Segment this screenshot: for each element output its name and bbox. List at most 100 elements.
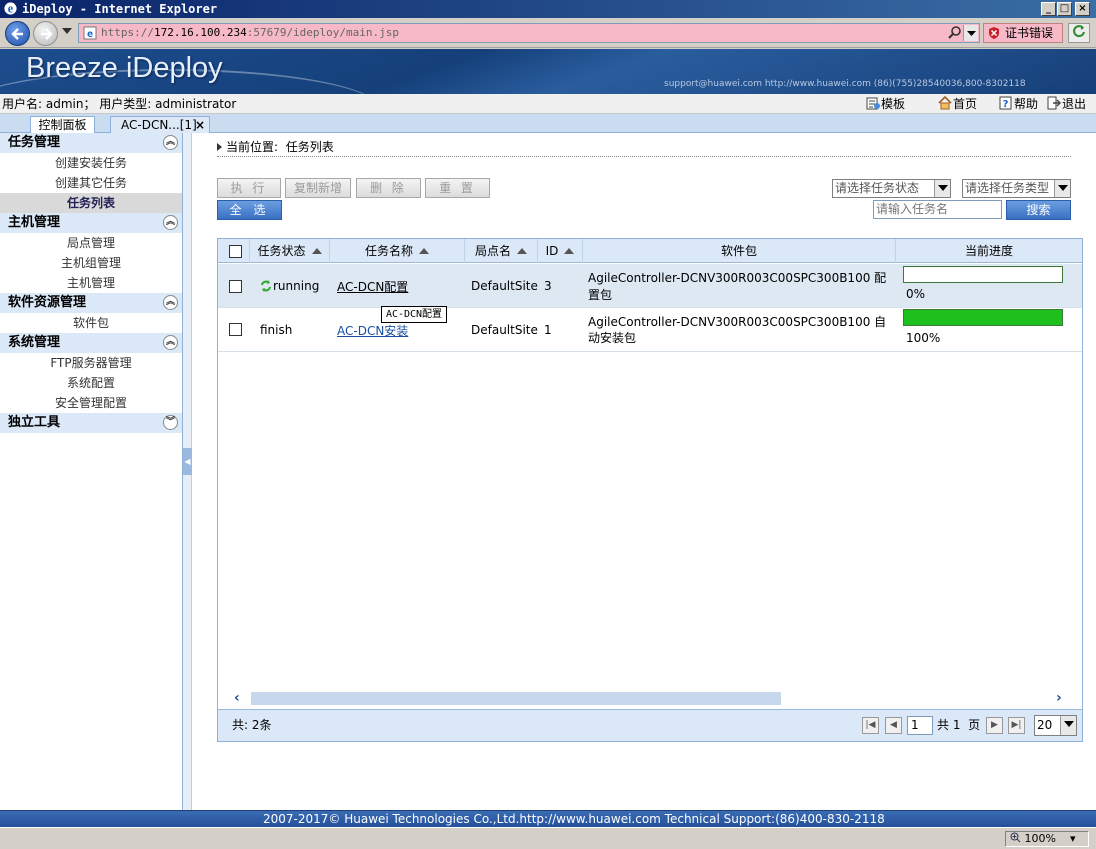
row-checkbox[interactable] — [229, 323, 242, 336]
scroll-right-icon[interactable]: › — [1056, 690, 1062, 706]
sidebar-item-software-package[interactable]: 软件包 — [0, 313, 182, 333]
sidebar-item-system-config[interactable]: 系统配置 — [0, 373, 182, 393]
tab-control-panel[interactable]: 控制面板 — [30, 116, 95, 133]
task-id: 1 — [544, 323, 552, 337]
task-name-link[interactable]: AC-DCN配置 — [337, 278, 408, 295]
refresh-button[interactable] — [1068, 23, 1090, 43]
url-input[interactable]: e https://172.16.100.234:57679/ideploy/m… — [78, 23, 980, 43]
sidebar-item-task-list[interactable]: 任务列表 — [0, 193, 182, 213]
home-icon — [938, 96, 952, 110]
collapse-icon[interactable]: ︽ — [163, 335, 178, 350]
collapse-icon[interactable]: ︽ — [163, 295, 178, 310]
delete-button[interactable]: 删 除 — [356, 178, 421, 198]
svg-text:e: e — [8, 2, 14, 16]
last-page-button[interactable]: ▶| — [1008, 717, 1025, 734]
horizontal-scrollbar[interactable]: ‹ › — [218, 690, 1082, 706]
progress-text: 100% — [906, 331, 941, 345]
sidebar-item-site-management[interactable]: 局点管理 — [0, 233, 182, 253]
collapse-sidebar-icon[interactable]: ◀ — [183, 448, 192, 475]
contact-info: support@huawei.com http://www.huawei.com… — [664, 79, 1026, 89]
chevron-down-icon — [934, 180, 950, 197]
tab-bar: 控制面板 AC-DCN...[1] × — [0, 114, 1096, 133]
select-all-checkbox[interactable] — [229, 245, 242, 258]
row-checkbox[interactable] — [229, 280, 242, 293]
zoom-control[interactable]: 100% ▾ — [1005, 831, 1089, 847]
task-type-select[interactable]: 请选择任务类型 — [962, 179, 1071, 198]
prev-page-button[interactable]: ◀ — [885, 717, 902, 734]
sort-asc-icon — [564, 248, 575, 254]
collapse-icon[interactable]: ︽ — [163, 135, 178, 150]
window-title: iDeploy - Internet Explorer — [22, 2, 218, 16]
collapse-icon[interactable]: ︽ — [163, 215, 178, 230]
site-name: DefaultSite — [471, 279, 538, 293]
chevron-down-icon — [1060, 716, 1076, 735]
forward-arrow-icon — [41, 28, 53, 40]
cert-error-button[interactable]: 证书错误 — [983, 23, 1063, 43]
copy-new-button[interactable]: 复制新增 — [285, 178, 351, 198]
task-name-tooltip: AC-DCN配置 — [381, 306, 447, 323]
select-all-button[interactable]: 全 选 — [217, 200, 282, 220]
history-dropdown-icon[interactable] — [62, 28, 72, 34]
sidebar-section-host-management[interactable]: 主机管理 ︽ — [0, 213, 182, 233]
task-name-link[interactable]: AC-DCN安装 — [337, 322, 408, 339]
page-footer: 2007-2017© Huawei Technologies Co.,Ltd.h… — [0, 810, 1096, 827]
user-info: 用户名: admin； 用户类型: administrator — [2, 97, 237, 111]
page-number-input[interactable]: 1 — [907, 716, 933, 735]
browser-status-bar: 100% ▾ — [0, 827, 1096, 849]
minimize-button[interactable]: _ — [1041, 2, 1056, 16]
expand-icon[interactable]: ︾ — [163, 415, 178, 430]
column-header-status[interactable]: 任务状态 — [250, 239, 330, 263]
next-page-button[interactable]: ▶ — [986, 717, 1003, 734]
scrollbar-thumb[interactable] — [251, 692, 781, 705]
url-host: 172.16.100.234 — [153, 26, 247, 39]
task-status: running — [273, 279, 320, 293]
sidebar-section-system-management[interactable]: 系统管理 ︽ — [0, 333, 182, 353]
reset-button[interactable]: 重 置 — [425, 178, 490, 198]
sidebar-item-ftp-server[interactable]: FTP服务器管理 — [0, 353, 182, 373]
sort-asc-icon — [311, 248, 322, 254]
template-link[interactable]: 模板 — [866, 94, 905, 114]
maximize-button[interactable]: □ — [1057, 2, 1072, 16]
logout-link[interactable]: 退出 — [1047, 94, 1086, 114]
progress-bar — [903, 266, 1063, 283]
sidebar-section-task-management[interactable]: 任务管理 ︽ — [0, 133, 182, 153]
search-button[interactable]: 搜索 — [1006, 200, 1071, 220]
sidebar-section-software-resources[interactable]: 软件资源管理 ︽ — [0, 293, 182, 313]
back-button[interactable] — [5, 21, 30, 46]
task-status: finish — [260, 323, 293, 337]
tab-ac-dcn[interactable]: AC-DCN...[1] × — [110, 116, 210, 133]
help-icon: ? — [999, 96, 1012, 110]
task-status-select[interactable]: 请选择任务状态 — [832, 179, 951, 198]
sort-asc-icon — [517, 248, 527, 254]
help-link[interactable]: ? 帮助 — [999, 94, 1038, 114]
sidebar-splitter[interactable]: ◀ — [183, 133, 192, 810]
table-row[interactable]: running AC-DCN配置 DefaultSite 3 AgileCont… — [218, 264, 1082, 308]
sidebar-item-create-install-task[interactable]: 创建安装任务 — [0, 153, 182, 173]
url-prefix: https:// — [101, 26, 154, 39]
scroll-left-icon[interactable]: ‹ — [234, 690, 240, 706]
close-tab-icon[interactable]: × — [195, 117, 205, 133]
url-dropdown-icon[interactable] — [963, 25, 978, 41]
sidebar-item-host-management[interactable]: 主机管理 — [0, 273, 182, 293]
search-icon[interactable] — [947, 25, 963, 41]
table-row[interactable]: finish AC-DCN安装 DefaultSite 1 AgileContr… — [218, 308, 1082, 352]
column-header-name[interactable]: 任务名称 — [330, 239, 465, 263]
column-header-package[interactable]: 软件包 — [583, 239, 896, 263]
package-name: AgileController-DCNV300R003C00SPC300B100… — [588, 271, 887, 302]
address-bar: e https://172.16.100.234:57679/ideploy/m… — [0, 18, 1096, 48]
sidebar-item-create-other-task[interactable]: 创建其它任务 — [0, 173, 182, 193]
page-size-select[interactable]: 20 — [1034, 715, 1077, 736]
column-header-id[interactable]: ID — [538, 239, 583, 263]
sidebar-item-security-config[interactable]: 安全管理配置 — [0, 393, 182, 413]
forward-button[interactable] — [33, 21, 58, 46]
sidebar-section-standalone-tools[interactable]: 独立工具 ︾ — [0, 413, 182, 433]
task-name-input[interactable]: 请输入任务名 — [873, 200, 1002, 219]
sort-asc-icon — [419, 248, 429, 254]
sidebar-item-hostgroup-management[interactable]: 主机组管理 — [0, 253, 182, 273]
execute-button[interactable]: 执 行 — [217, 178, 281, 198]
column-header-progress[interactable]: 当前进度 — [896, 239, 1082, 263]
close-window-button[interactable]: × — [1075, 2, 1090, 16]
first-page-button[interactable]: |◀ — [862, 717, 879, 734]
home-link[interactable]: 首页 — [938, 94, 977, 114]
column-header-site[interactable]: 局点名 — [465, 239, 538, 263]
